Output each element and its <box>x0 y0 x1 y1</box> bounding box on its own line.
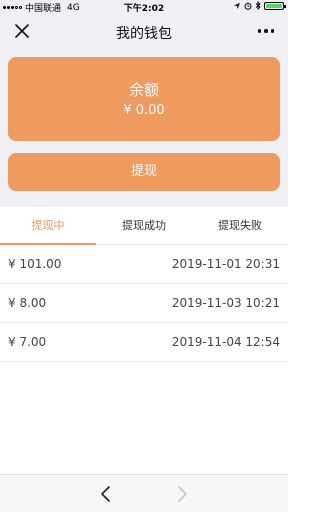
balance-card: 余额 ¥ 0.00 <box>8 57 280 141</box>
bluetooth-icon <box>255 1 261 10</box>
balance-label: 余额 <box>128 81 159 99</box>
tab-withdraw-success[interactable]: 提现成功 <box>96 207 192 245</box>
alarm-icon <box>244 2 252 10</box>
status-bar: 中国联通 4G 下午2:02 <box>0 0 288 14</box>
record-time: 2019-11-01 20:31 <box>171 257 280 271</box>
chevron-left-icon[interactable] <box>98 485 114 503</box>
record-time: 2019-11-03 10:21 <box>171 296 280 310</box>
record-tabs: 提现中 提现成功 提现失败 <box>0 207 288 245</box>
tab-withdraw-failed[interactable]: 提现失败 <box>192 207 288 245</box>
record-list: ¥ 101.00 2019-11-01 20:31 ¥ 8.00 2019-11… <box>0 245 288 362</box>
list-item: ¥ 8.00 2019-11-03 10:21 <box>0 284 288 323</box>
withdraw-records-panel: 提现中 提现成功 提现失败 ¥ 101.00 2019-11-01 20:31 … <box>0 207 288 474</box>
list-item: ¥ 7.00 2019-11-04 12:54 <box>0 323 288 362</box>
battery-icon <box>264 1 286 10</box>
browser-bottom-bar <box>0 474 288 512</box>
record-time: 2019-11-04 12:54 <box>171 335 280 349</box>
tab-withdrawing[interactable]: 提现中 <box>0 207 96 245</box>
record-amount: ¥ 8.00 <box>8 296 47 310</box>
record-amount: ¥ 101.00 <box>8 257 62 271</box>
withdraw-button[interactable]: 提现 <box>8 153 280 191</box>
location-icon <box>234 2 240 9</box>
chevron-right-icon[interactable] <box>174 485 190 503</box>
main-content: 余额 ¥ 0.00 提现 提现中 提现成功 提现失败 ¥ 101.00 2019… <box>0 50 288 474</box>
page-title: 我的钱包 <box>116 26 172 42</box>
list-item: ¥ 101.00 2019-11-01 20:31 <box>0 245 288 284</box>
record-amount: ¥ 7.00 <box>8 335 47 349</box>
nav-bar: 我的钱包 <box>0 13 288 50</box>
balance-value: ¥ 0.00 <box>123 103 165 118</box>
more-icon[interactable] <box>254 21 278 41</box>
status-right <box>233 1 286 10</box>
